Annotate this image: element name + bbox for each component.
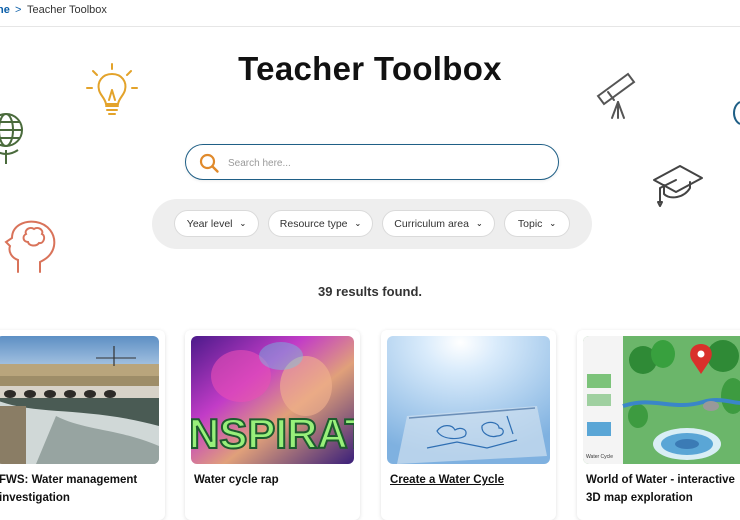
globe-icon [0, 113, 23, 164]
filter-label: Topic [517, 217, 543, 230]
card-title[interactable]: FWS: Water management investigation [0, 471, 159, 507]
results-count: 39 results found. [317, 284, 423, 299]
resource-card[interactable]: FWS: Water management investigation [0, 330, 165, 520]
search-icon[interactable] [198, 152, 220, 174]
graduation-cap-icon [653, 165, 703, 207]
card-thumbnail[interactable]: Water Cycle [583, 336, 740, 464]
chevron-down-icon: ⌄ [476, 219, 483, 228]
filter-label: Resource type [279, 217, 348, 230]
card-title[interactable]: Create a Water Cycle [390, 471, 550, 489]
search-box[interactable] [185, 144, 559, 180]
brain-head-icon [4, 220, 56, 273]
filter-curriculum-area[interactable]: Curriculum area ⌄ [382, 210, 495, 237]
filter-topic[interactable]: Topic ⌄ [504, 210, 570, 237]
resource-card[interactable]: NSPIRAT Water cycle rap [185, 330, 360, 520]
card-title[interactable]: World of Water - interactive 3D map expl… [586, 471, 740, 507]
breadcrumb-current: Teacher Toolbox [27, 4, 107, 16]
breadcrumb-home-link[interactable]: ne [0, 4, 10, 16]
svg-text:Water Cycle: Water Cycle [586, 454, 613, 460]
filter-bar: Year level ⌄ Resource type ⌄ Curriculum … [152, 199, 592, 249]
filter-year-level[interactable]: Year level ⌄ [174, 210, 259, 237]
resource-card[interactable]: Create a Water Cycle [381, 330, 556, 520]
chevron-down-icon: ⌄ [354, 219, 362, 228]
card-thumbnail[interactable] [387, 336, 550, 464]
chevron-down-icon: ⌄ [549, 219, 557, 228]
page-title: Teacher Toolbox [238, 50, 502, 87]
card-thumbnail[interactable]: NSPIRAT [191, 336, 354, 464]
resource-card[interactable]: Water Cycle World of Water - interactive… [577, 330, 740, 520]
breadcrumb-separator: > [15, 4, 22, 16]
breadcrumb: ne > Teacher Toolbox [0, 0, 740, 27]
thumbnail-text: NSPIRAT [191, 410, 354, 457]
search-input[interactable] [226, 150, 540, 176]
card-thumbnail[interactable] [0, 336, 159, 464]
partial-circle-icon [733, 101, 740, 125]
filter-label: Year level [186, 217, 233, 230]
filter-resource-type[interactable]: Resource type ⌄ [268, 210, 373, 237]
filter-label: Curriculum area [394, 217, 469, 230]
chevron-down-icon: ⌄ [239, 219, 247, 228]
card-title[interactable]: Water cycle rap [194, 471, 354, 489]
